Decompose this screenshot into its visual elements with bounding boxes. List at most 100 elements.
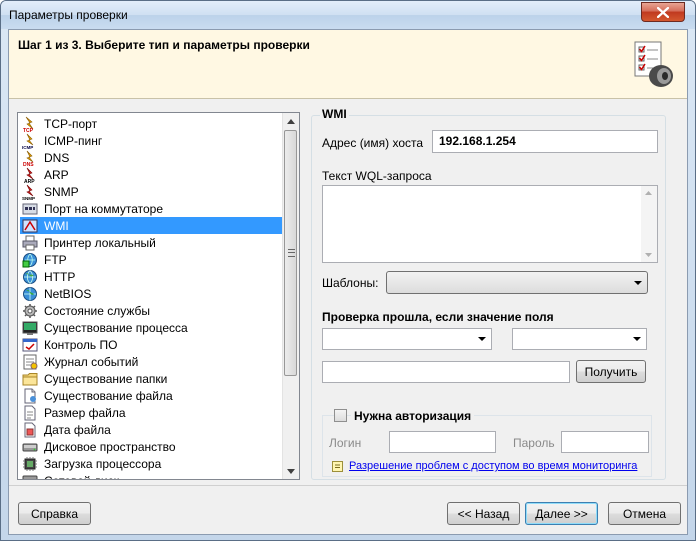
service-icon (23, 303, 37, 318)
dns-icon: DNS (23, 150, 34, 166)
wql-label: Текст WQL-запроса (322, 169, 432, 183)
netbios-icon (23, 286, 37, 301)
chevron-down-icon (478, 337, 486, 341)
dialog-client-area: Шаг 1 из 3. Выберите тип и параметры про… (8, 29, 688, 535)
list-item-label: Размер файла (44, 405, 126, 420)
wql-scrollbar[interactable] (641, 186, 657, 262)
check-type-list[interactable]: Сетевой диск Загрузка процессора Дисковое … (17, 112, 300, 480)
svg-text:ICMP: ICMP (22, 145, 33, 149)
title-bar[interactable]: Параметры проверки (1, 1, 695, 29)
list-item-label: Дата файла (44, 422, 111, 437)
list-item[interactable]: ARP ARP (20, 166, 283, 183)
process-icon (22, 321, 38, 335)
condition-label: Проверка прошла, если значение поля (322, 310, 554, 324)
list-item[interactable]: Сетевой диск (20, 472, 283, 480)
chevron-down-icon (633, 337, 641, 341)
auth-label: Нужна авторизация (351, 409, 475, 423)
wmi-group-title: WMI (320, 107, 349, 121)
disk-space-icon (22, 443, 38, 451)
list-item[interactable]: SNMP SNMP (20, 183, 283, 200)
svg-text:SNMP: SNMP (22, 196, 35, 200)
tcp-port-icon: TCP (23, 116, 34, 132)
host-label: Адрес (имя) хоста (322, 136, 424, 150)
scroll-up-button[interactable] (283, 113, 299, 129)
http-icon (23, 269, 37, 284)
list-item[interactable]: Дисковое пространство (20, 438, 283, 455)
list-item[interactable]: Журнал событий (20, 353, 283, 370)
list-item-label: Сетевой диск (44, 474, 119, 480)
list-item[interactable]: Существование процесса (20, 319, 283, 336)
list-item[interactable]: Дата файла (20, 421, 283, 438)
list-item[interactable]: HTTP (20, 268, 283, 285)
window-title: Параметры проверки (9, 8, 128, 22)
close-button[interactable] (641, 2, 685, 22)
scroll-thumb[interactable] (284, 130, 297, 376)
arrow-down-icon (287, 468, 295, 474)
list-item-label: ICMP-пинг (44, 133, 103, 148)
field-dropdown[interactable] (322, 328, 492, 350)
login-input[interactable] (389, 431, 496, 453)
svg-text:TCP: TCP (23, 128, 34, 132)
arp-icon: ARP (24, 167, 35, 183)
login-label: Логин (329, 436, 362, 450)
next-button[interactable]: Далее >> (525, 502, 598, 525)
footer-separator (9, 485, 687, 486)
auth-checkbox[interactable] (334, 409, 347, 422)
list-item-label: Загрузка процессора (44, 456, 162, 471)
list-item[interactable]: Загрузка процессора (20, 455, 283, 472)
access-troubleshoot-link[interactable]: Разрешение проблем с доступом во время м… (349, 460, 637, 472)
arrow-up-icon (287, 118, 295, 124)
ftp-icon (22, 252, 37, 267)
list-item-label: Существование файла (44, 388, 173, 403)
list-item-label: TCP-порт (44, 116, 98, 131)
list-item[interactable]: Состояние службы (20, 302, 283, 319)
list-item[interactable]: Контроль ПО (20, 336, 283, 353)
password-label: Пароль (513, 436, 555, 450)
snmp-icon: SNMP (22, 184, 35, 200)
list-item[interactable]: Принтер локальный (20, 234, 283, 251)
file-date-icon (24, 422, 36, 437)
password-input[interactable] (561, 431, 649, 453)
list-item-label: DNS (44, 150, 70, 165)
printer-icon (22, 235, 38, 250)
folder-icon (22, 372, 38, 385)
list-item[interactable]: TCP TCP-порт (20, 115, 283, 132)
result-input[interactable] (322, 361, 570, 383)
close-icon (657, 6, 669, 18)
list-item[interactable]: FTP (20, 251, 283, 268)
list-item-label: ARP (44, 167, 69, 182)
wql-textarea[interactable] (322, 185, 658, 263)
switch-port-icon (22, 203, 38, 214)
list-item[interactable]: Размер файла (20, 404, 283, 421)
chevron-down-icon (634, 281, 642, 285)
get-button[interactable]: Получить (576, 360, 646, 383)
list-item-label: Существование папки (44, 371, 168, 386)
list-item-label: Состояние службы (44, 303, 151, 318)
list-item-label: Существование процесса (44, 320, 188, 335)
list-item-label: Дисковое пространство (44, 439, 176, 454)
list-item-label: NetBIOS (44, 286, 92, 301)
list-item-label: Журнал событий (44, 354, 139, 369)
note-icon (332, 461, 343, 472)
list-item-label: WMI (44, 218, 69, 233)
templates-dropdown[interactable] (386, 271, 648, 294)
list-item[interactable]: NetBIOS (20, 285, 283, 302)
list-item-label: Принтер локальный (44, 235, 156, 250)
host-input[interactable]: 192.168.1.254 (432, 130, 658, 153)
list-item[interactable]: Существование папки (20, 370, 283, 387)
operator-dropdown[interactable] (512, 328, 647, 350)
scroll-down-button[interactable] (283, 463, 299, 479)
list-scrollbar[interactable] (282, 113, 299, 479)
wmi-icon (22, 219, 38, 232)
back-button[interactable]: << Назад (447, 502, 520, 525)
list-item[interactable]: DNS DNS (20, 149, 283, 166)
network-drive-icon (22, 475, 38, 479)
list-item[interactable]: Порт на коммутаторе (20, 200, 283, 217)
list-item-label: SNMP (44, 184, 79, 199)
svg-text:ARP: ARP (24, 179, 35, 183)
list-item[interactable]: ICMP ICMP-пинг (20, 132, 283, 149)
help-button[interactable]: Справка (18, 502, 91, 525)
list-item[interactable]: WMI (20, 217, 283, 234)
cancel-button[interactable]: Отмена (608, 502, 681, 525)
list-item[interactable]: Существование файла (20, 387, 283, 404)
